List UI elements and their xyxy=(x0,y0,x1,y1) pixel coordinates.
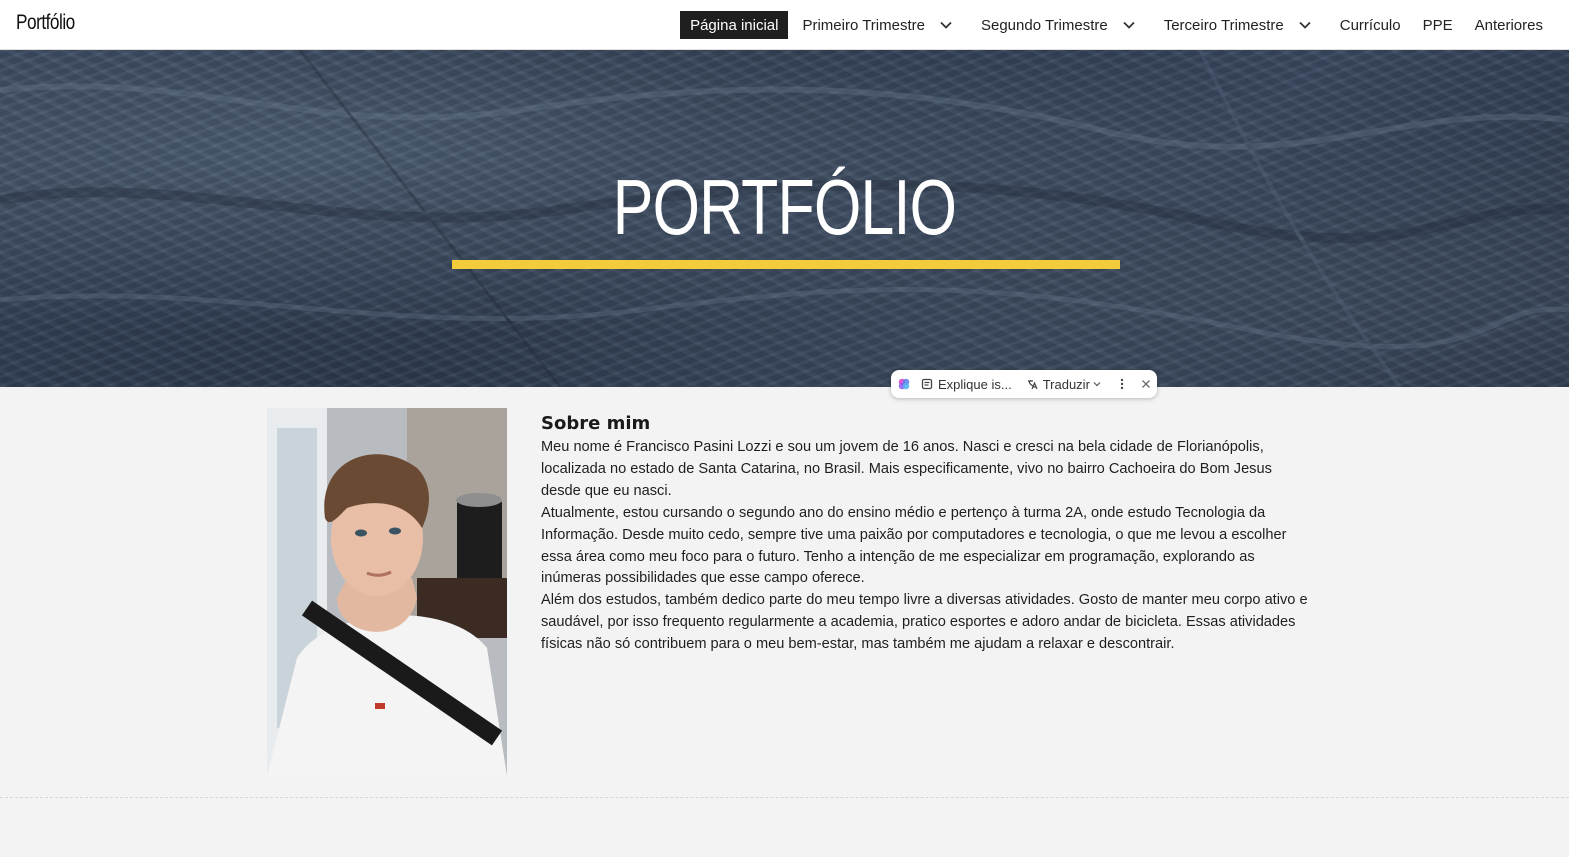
nav-item-label: Página inicial xyxy=(690,16,779,34)
nav-item-curriculo[interactable]: Currículo xyxy=(1332,11,1409,39)
close-icon[interactable] xyxy=(1141,379,1151,389)
about-paragraph: Além dos estudos, também dedico parte do… xyxy=(541,592,1308,653)
about-heading: Sobre mim xyxy=(541,413,651,434)
section-divider xyxy=(0,797,1569,798)
hero-title: PORTFÓLIO xyxy=(612,163,957,251)
nav-item-pagina-inicial[interactable]: Página inicial xyxy=(680,11,789,39)
document-icon xyxy=(921,378,933,390)
nav-item-ppe[interactable]: PPE xyxy=(1415,11,1461,39)
translate-icon xyxy=(1027,380,1038,390)
about-text: Meu nome é Francisco Pasini Lozzi e sou … xyxy=(541,437,1309,656)
hero-banner: PORTFÓLIO xyxy=(0,50,1569,387)
selection-toolbar: Explique is... Traduzir xyxy=(891,370,1157,398)
nav-item-label: PPE xyxy=(1422,16,1453,34)
top-navigation-bar: Portfólio Página inicial Primeiro Trimes… xyxy=(0,0,1569,50)
nav-item-label: Segundo Trimestre xyxy=(980,16,1108,34)
translate-button[interactable]: Traduzir xyxy=(1026,377,1106,392)
about-paragraph: Meu nome é Francisco Pasini Lozzi e sou … xyxy=(541,439,1272,499)
nav-item-terceiro-trimestre[interactable]: Terceiro Trimestre xyxy=(1156,11,1320,39)
nav-item-anteriores[interactable]: Anteriores xyxy=(1467,11,1551,39)
site-title[interactable]: Portfólio xyxy=(16,11,75,35)
hero-underline xyxy=(452,260,1120,269)
more-options-icon[interactable] xyxy=(1118,378,1127,390)
nav-item-label: Currículo xyxy=(1339,16,1401,34)
translate-label: Traduzir xyxy=(1042,376,1090,392)
explain-button[interactable]: Explique is... xyxy=(921,377,1012,392)
chevron-down-icon[interactable] xyxy=(939,18,953,32)
chevron-down-icon xyxy=(1093,382,1101,387)
nav-item-label: Anteriores xyxy=(1474,16,1543,34)
main-nav: Página inicial Primeiro Trimestre Segund… xyxy=(680,11,1551,39)
explain-label: Explique is... xyxy=(938,376,1012,392)
about-paragraph: Atualmente, estou cursando o segundo ano… xyxy=(541,504,1287,587)
nav-item-label: Terceiro Trimestre xyxy=(1163,16,1284,34)
nav-item-primeiro-trimestre[interactable]: Primeiro Trimestre xyxy=(794,11,961,39)
nav-item-segundo-trimestre[interactable]: Segundo Trimestre xyxy=(973,11,1144,39)
ai-assistant-icon[interactable] xyxy=(897,377,911,391)
chevron-down-icon[interactable] xyxy=(1122,18,1136,32)
profile-photo xyxy=(267,408,507,776)
nav-item-label: Primeiro Trimestre xyxy=(802,16,925,34)
chevron-down-icon[interactable] xyxy=(1298,18,1312,32)
